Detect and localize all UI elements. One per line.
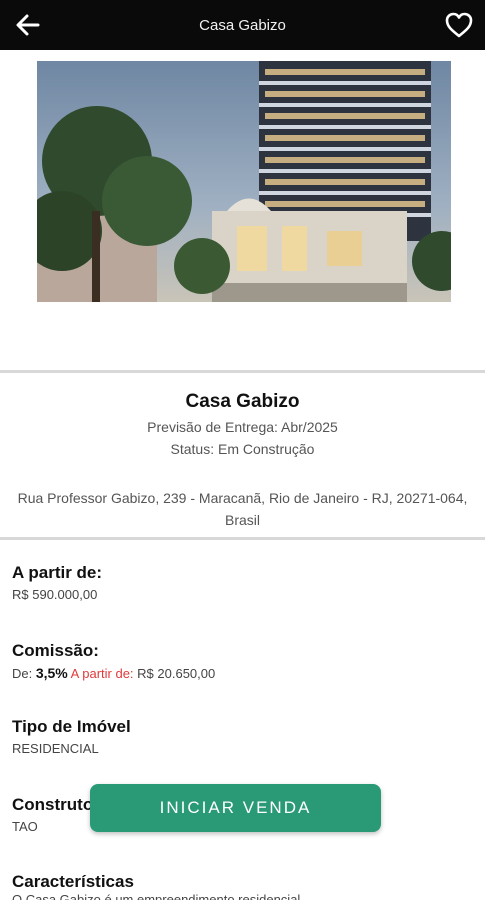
price-section: A partir de: R$ 590.000,00: [12, 563, 472, 602]
commission-label: Comissão:: [12, 641, 99, 660]
top-app-bar: Casa Gabizo: [0, 0, 485, 50]
page-title: Casa Gabizo: [199, 16, 286, 34]
commission-prefix: De:: [12, 666, 36, 681]
property-type-section: Tipo de Imóvel RESIDENCIAL: [12, 717, 472, 756]
property-photo: [37, 61, 451, 302]
property-name: Casa Gabizo: [185, 391, 300, 412]
features-text: O Casa Gabizo é um empreendimento reside…: [12, 892, 301, 900]
commission-from-value: R$ 20.650,00: [137, 666, 216, 681]
property-address: Rua Professor Gabizo, 239 - Maracanã, Ri…: [17, 490, 468, 528]
commission-percent: 3,5%: [35, 665, 68, 681]
features-label: Características: [12, 872, 134, 891]
heart-outline-icon[interactable]: [443, 9, 475, 41]
commission-from-label: A partir de:: [70, 666, 134, 681]
arrow-left-icon[interactable]: [12, 9, 44, 41]
price-label: A partir de:: [12, 563, 103, 582]
price-value: R$ 590.000,00: [12, 587, 98, 602]
construction-status: Status: Em Construção: [170, 441, 315, 457]
commission-section: Comissão: De: 3,5% A partir de: R$ 20.65…: [12, 641, 472, 681]
commission-value: De: 3,5% A partir de: R$ 20.650,00: [12, 665, 472, 681]
property-info-card: Casa Gabizo Previsão de Entrega: Abr/202…: [0, 370, 485, 540]
property-type-label: Tipo de Imóvel: [12, 717, 131, 736]
delivery-date: Previsão de Entrega: Abr/2025: [147, 419, 338, 435]
property-type-value: RESIDENCIAL: [12, 741, 99, 756]
start-sale-button[interactable]: INICIAR VENDA: [90, 784, 381, 832]
features-section: Características O Casa Gabizo é um empre…: [12, 872, 472, 900]
